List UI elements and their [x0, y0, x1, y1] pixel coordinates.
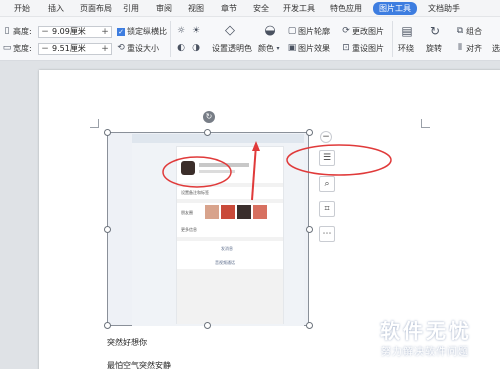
wrap-icon[interactable]: ▤: [400, 24, 414, 38]
brightness-up-icon[interactable]: ☼: [176, 26, 186, 36]
video-call-label: 音视频通话: [215, 260, 235, 265]
plus-icon[interactable]: +: [100, 27, 110, 37]
color-icon[interactable]: ◒: [262, 24, 278, 38]
change-picture-button[interactable]: 更改图片: [352, 27, 384, 37]
height-input[interactable]: − 9.09厘米 +: [38, 26, 112, 38]
watermark-logo: 软件无忧: [380, 319, 472, 343]
avatar: [181, 161, 195, 175]
lock-ratio-checkbox[interactable]: ✓: [117, 28, 125, 36]
watermark-subtitle: 努力解决软件问题: [381, 347, 469, 358]
phone-screen: 设置备注和标签 朋友圈 更多信息 发消息 音视频通话: [176, 146, 284, 324]
rotate-handle-icon[interactable]: ↻: [203, 111, 215, 123]
page-corner-mark: [421, 119, 430, 128]
screenshot-image: 设置备注和标签 朋友圈 更多信息 发消息 音视频通话: [132, 134, 304, 326]
width-value: 9.51厘米: [52, 44, 86, 53]
doc-line-1[interactable]: 突然好想你: [107, 337, 147, 348]
menu-developer[interactable]: 开发工具: [283, 3, 315, 15]
divider: [392, 21, 393, 57]
width-input[interactable]: − 9.51厘米 +: [38, 43, 112, 55]
more-info-label: 更多信息: [181, 227, 197, 232]
rotate-button[interactable]: 旋转: [426, 44, 442, 54]
transparent-color-icon[interactable]: ◇: [222, 24, 238, 38]
contrast-down-icon[interactable]: ◑: [191, 43, 201, 53]
minus-icon[interactable]: −: [40, 27, 50, 37]
menu-page-layout[interactable]: 页面布局: [80, 3, 112, 15]
resize-handle-bottom-right[interactable]: [306, 322, 313, 329]
doc-line-2[interactable]: 最怕空气突然安静: [107, 360, 171, 369]
picture-effect-button[interactable]: 图片效果: [298, 44, 330, 54]
height-icon: ▯: [4, 26, 10, 36]
more-icon[interactable]: ⋯: [319, 226, 335, 242]
menu-security[interactable]: 安全: [253, 3, 269, 15]
settings-label: 设置备注和标签: [181, 190, 209, 195]
profile-id-blur: [199, 170, 235, 173]
menu-doc-assistant[interactable]: 文档助手: [428, 3, 460, 15]
ribbon-toolbar: ▯ 高度: − 9.09厘米 + ✓ 锁定纵横比 ▭ 宽度: − 9.51厘米 …: [0, 17, 500, 61]
plus-icon[interactable]: +: [100, 44, 110, 54]
reset-picture-icon[interactable]: ⊡: [341, 43, 351, 53]
menu-review[interactable]: 审阅: [156, 3, 172, 15]
reset-size-icon[interactable]: ⟲: [116, 43, 126, 53]
menu-references[interactable]: 引用: [123, 3, 139, 15]
page-corner-mark: [90, 119, 99, 128]
moments-thumb: [205, 205, 219, 219]
picture-outline-icon[interactable]: ▢: [287, 26, 297, 36]
collapse-button[interactable]: −: [320, 131, 332, 143]
select-button[interactable]: 选: [492, 44, 500, 54]
chevron-down-icon[interactable]: ▾: [275, 44, 281, 54]
picture-outline-button[interactable]: 图片轮廓: [298, 27, 330, 37]
layout-options-icon[interactable]: ☰: [319, 150, 335, 166]
lock-ratio-label: 锁定纵横比: [127, 27, 167, 36]
zoom-icon[interactable]: ⌕: [319, 176, 335, 192]
menu-section[interactable]: 章节: [221, 3, 237, 15]
reset-size-button[interactable]: 重设大小: [127, 44, 159, 54]
change-picture-icon[interactable]: ⟳: [341, 26, 351, 36]
send-message-label: 发消息: [221, 246, 233, 251]
picture-effect-icon[interactable]: ▣: [287, 43, 297, 53]
divider: [170, 21, 171, 57]
resize-handle-left[interactable]: [104, 226, 111, 233]
menu-view[interactable]: 视图: [188, 3, 204, 15]
resize-handle-right[interactable]: [306, 226, 313, 233]
align-button[interactable]: 对齐: [466, 44, 482, 54]
height-label: 高度:: [13, 27, 32, 36]
width-label: 宽度:: [13, 44, 32, 53]
moments-thumb: [253, 205, 267, 219]
wrap-button[interactable]: 环绕: [398, 44, 414, 54]
resize-handle-top-left[interactable]: [104, 129, 111, 136]
color-button[interactable]: 颜色: [258, 44, 274, 54]
moments-thumb: [221, 205, 235, 219]
resize-handle-bottom-left[interactable]: [104, 322, 111, 329]
set-transparent-button[interactable]: 设置透明色: [212, 44, 252, 54]
menu-home[interactable]: 开始: [14, 3, 30, 15]
contrast-up-icon[interactable]: ◐: [176, 43, 186, 53]
reset-picture-button[interactable]: 重设图片: [352, 44, 384, 54]
menu-features[interactable]: 特色应用: [330, 3, 362, 15]
minus-icon[interactable]: −: [40, 44, 50, 54]
resize-handle-top-right[interactable]: [306, 129, 313, 136]
profile-name-blur: [199, 163, 249, 167]
resize-handle-top[interactable]: [204, 129, 211, 136]
resize-handle-bottom[interactable]: [204, 322, 211, 329]
selected-image[interactable]: 设置备注和标签 朋友圈 更多信息 发消息 音视频通话: [107, 132, 309, 326]
brightness-down-icon[interactable]: ☀: [191, 26, 201, 36]
height-value: 9.09厘米: [52, 27, 86, 36]
group-button[interactable]: 组合: [466, 27, 482, 37]
phone-status-bar: [132, 134, 304, 143]
moments-thumb: [237, 205, 251, 219]
menu-insert[interactable]: 插入: [48, 3, 64, 15]
moments-label: 朋友圈: [181, 210, 193, 215]
menu-bar: 开始 插入 页面布局 引用 审阅 视图 章节 安全 开发工具 特色应用 图片工具…: [0, 0, 500, 17]
crop-icon[interactable]: ⌗: [319, 201, 335, 217]
group-icon[interactable]: ⧉: [455, 26, 465, 36]
width-icon: ▭: [2, 43, 12, 53]
align-icon[interactable]: ⫴: [455, 43, 465, 53]
menu-picture-tools[interactable]: 图片工具: [373, 2, 417, 15]
rotate-icon[interactable]: ↻: [428, 24, 442, 38]
